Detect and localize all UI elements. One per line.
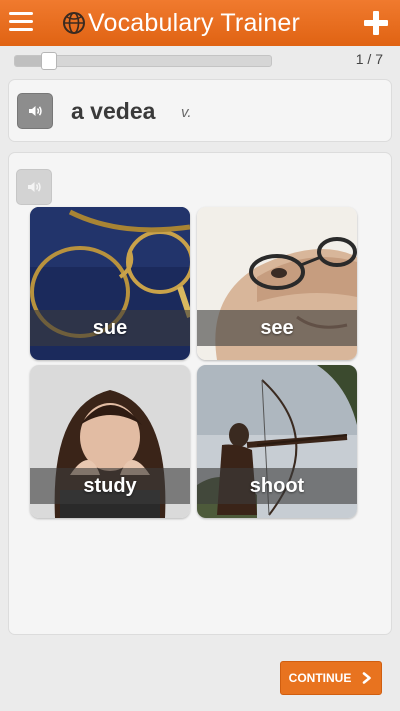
word-card: a vedea v. bbox=[8, 79, 392, 142]
app-header: Vocabulary Trainer bbox=[0, 0, 400, 46]
choice-tile-study[interactable]: study bbox=[30, 365, 190, 518]
choice-label: shoot bbox=[197, 468, 357, 504]
globe-icon bbox=[63, 12, 85, 34]
progress-count: 1 / 7 bbox=[355, 51, 383, 67]
hamburger-menu-icon[interactable] bbox=[9, 12, 33, 32]
app-title: Vocabulary Trainer bbox=[88, 9, 301, 37]
speaker-icon bbox=[29, 106, 42, 116]
choice-tile-see[interactable]: see bbox=[197, 207, 357, 360]
choice-tile-sue[interactable]: sue bbox=[30, 207, 190, 360]
choice-label: sue bbox=[30, 310, 190, 346]
continue-button[interactable]: CONTINUE bbox=[280, 661, 382, 695]
speaker-icon bbox=[28, 182, 41, 192]
choice-label: see bbox=[197, 310, 357, 346]
chevron-right-icon bbox=[363, 672, 372, 684]
continue-label: CONTINUE bbox=[288, 671, 352, 685]
app-title-group: Vocabulary Trainer bbox=[62, 6, 300, 40]
choice-tile-shoot[interactable]: shoot bbox=[197, 365, 357, 518]
word-audio-button[interactable] bbox=[17, 93, 53, 129]
vocabulary-word: a vedea bbox=[71, 98, 156, 124]
choice-label: study bbox=[30, 468, 190, 504]
plus-icon[interactable] bbox=[364, 11, 388, 35]
quiz-audio-button[interactable] bbox=[16, 169, 52, 205]
progress-handle[interactable] bbox=[41, 52, 57, 70]
quiz-card: sue see study shoot bbox=[8, 152, 392, 635]
part-of-speech: v. bbox=[181, 104, 192, 121]
